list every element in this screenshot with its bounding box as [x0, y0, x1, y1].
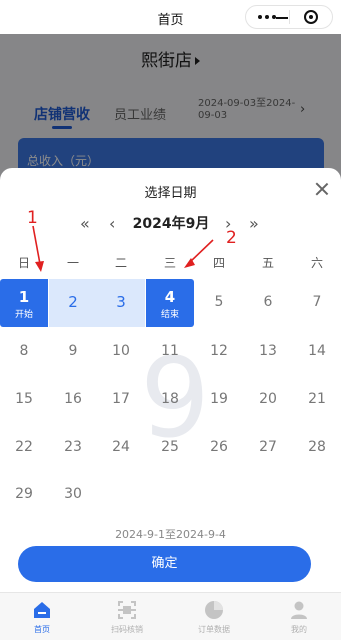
day-number: 5 [214, 294, 224, 310]
day-number: 21 [308, 391, 326, 407]
day-9[interactable]: 9 [49, 328, 97, 376]
day-number: 16 [64, 391, 82, 407]
day-number: 20 [259, 391, 277, 407]
weekday-thu: 四 [212, 256, 225, 270]
day-number: 30 [64, 486, 82, 502]
day-number: 2 [68, 293, 78, 311]
day-number: 10 [112, 343, 130, 359]
day-22[interactable]: 22 [0, 424, 48, 472]
day-13[interactable]: 13 [244, 328, 292, 376]
day-18[interactable]: 18 [146, 376, 194, 424]
day-14[interactable]: 14 [293, 328, 341, 376]
day-15[interactable]: 15 [0, 376, 48, 424]
annotation-2: 2 [226, 228, 237, 248]
day-number: 7 [312, 294, 322, 310]
tab-home[interactable]: 首页 [8, 593, 76, 640]
day-number: 15 [15, 391, 33, 407]
home-icon [34, 602, 50, 618]
day-number: 23 [64, 439, 82, 455]
day-number: 1 [18, 288, 30, 306]
minimize-button[interactable] [244, 11, 288, 19]
tab-label: 订单数据 [198, 625, 230, 634]
day-5[interactable]: 5 [195, 279, 243, 327]
day-11[interactable]: 11 [146, 328, 194, 376]
day-number: 28 [308, 439, 326, 455]
day-1[interactable]: 1 开始 [0, 279, 48, 327]
day-number: 17 [112, 391, 130, 407]
end-label: 结束 [160, 310, 179, 320]
day-number: 13 [259, 343, 277, 359]
close-icon[interactable] [313, 180, 331, 198]
prev-month-button[interactable]: ‹ [109, 212, 115, 236]
day-20[interactable]: 20 [244, 376, 292, 424]
weekday-sat: 六 [310, 256, 323, 270]
weekday-sun: 日 [17, 256, 30, 270]
day-16[interactable]: 16 [49, 376, 97, 424]
target-icon [303, 10, 318, 24]
day-number: 26 [210, 439, 228, 455]
date-picker-sheet: 选择日期 « ‹ 2024年9月 › » 日 一 二 三 四 五 六 9 1 开… [0, 168, 341, 592]
next-year-button[interactable]: » [249, 212, 259, 236]
day-7[interactable]: 7 [293, 279, 341, 327]
day-number: 27 [259, 439, 277, 455]
day-number: 8 [19, 343, 29, 359]
minus-icon [276, 17, 288, 19]
day-19[interactable]: 19 [195, 376, 243, 424]
day-30[interactable]: 30 [49, 471, 97, 519]
title-bar: 首页 [0, 0, 341, 34]
tab-label: 首页 [34, 625, 50, 634]
day-number: 4 [164, 288, 176, 306]
day-number: 19 [210, 391, 228, 407]
day-6[interactable]: 6 [244, 279, 292, 327]
day-17[interactable]: 17 [97, 376, 145, 424]
start-label: 开始 [14, 310, 33, 320]
close-miniprogram-button[interactable] [289, 5, 332, 29]
scan-icon [118, 601, 136, 619]
day-number: 25 [161, 439, 179, 455]
annotation-1: 1 [27, 208, 38, 228]
day-number: 18 [161, 391, 179, 407]
user-icon [291, 601, 307, 619]
day-2[interactable]: 2 [49, 279, 97, 327]
day-number: 24 [112, 439, 130, 455]
day-28[interactable]: 28 [293, 424, 341, 472]
day-number: 11 [161, 343, 179, 359]
day-number: 22 [15, 439, 33, 455]
day-8[interactable]: 8 [0, 328, 48, 376]
day-number: 12 [210, 343, 228, 359]
tab-label: 扫码核销 [111, 625, 143, 634]
weekday-fri: 五 [261, 256, 274, 270]
day-number: 29 [15, 486, 33, 502]
tab-scan[interactable]: 扫码核销 [93, 593, 161, 640]
bottom-tab-bar: 首页 扫码核销 订单数据 我的 [0, 592, 341, 640]
prev-year-button[interactable]: « [80, 212, 90, 236]
month-label: 2024年9月 [132, 216, 210, 232]
day-4[interactable]: 4 结束 [146, 279, 194, 327]
tab-label: 我的 [291, 625, 307, 634]
day-23[interactable]: 23 [49, 424, 97, 472]
day-number: 3 [116, 293, 126, 311]
day-3[interactable]: 3 [97, 279, 145, 327]
day-21[interactable]: 21 [293, 376, 341, 424]
day-24[interactable]: 24 [97, 424, 145, 472]
day-26[interactable]: 26 [195, 424, 243, 472]
day-number: 6 [263, 294, 273, 310]
day-27[interactable]: 27 [244, 424, 292, 472]
day-25[interactable]: 25 [146, 424, 194, 472]
tab-me[interactable]: 我的 [265, 593, 333, 640]
weekday-tue: 二 [114, 256, 127, 270]
pie-chart-icon [205, 601, 223, 619]
day-12[interactable]: 12 [195, 328, 243, 376]
day-29[interactable]: 29 [0, 471, 48, 519]
tab-orders[interactable]: 订单数据 [180, 593, 248, 640]
day-number: 14 [308, 343, 326, 359]
weekday-wed: 三 [163, 256, 176, 270]
weekday-mon: 一 [66, 256, 79, 270]
confirm-button[interactable]: 确定 [18, 546, 311, 582]
day-number: 9 [68, 343, 78, 359]
selected-range-text: 2024-9-1至2024-9-4 [115, 528, 226, 541]
picker-title: 选择日期 [144, 186, 197, 201]
day-10[interactable]: 10 [97, 328, 145, 376]
